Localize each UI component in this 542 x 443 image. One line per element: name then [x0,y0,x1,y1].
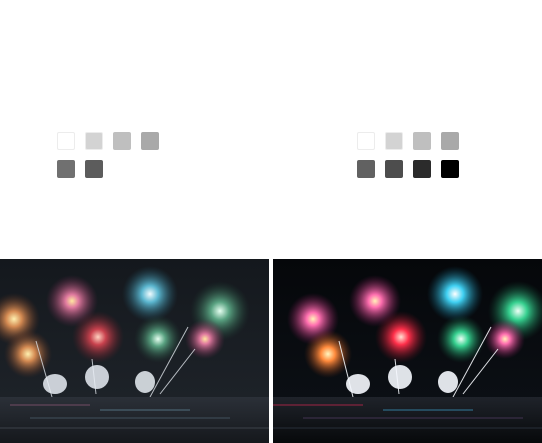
fireworks-photo-original [0,259,269,443]
swatch-6[interactable] [385,160,403,178]
fireworks-image-original [0,259,269,443]
left-swatch-panel [0,0,269,258]
swatch-4[interactable] [141,132,159,150]
swatch-5[interactable] [57,160,75,178]
swatch-6[interactable] [85,160,103,178]
right-swatch-panel [272,0,542,258]
swatch-1[interactable] [57,132,75,150]
fireworks-photo-adjusted [273,259,542,443]
fireworks-image-adjusted [273,259,542,443]
swatch-3[interactable] [113,132,131,150]
swatch-4[interactable] [441,132,459,150]
swatch-8[interactable] [441,160,459,178]
swatch-2[interactable] [85,132,103,150]
swatch-7[interactable] [413,160,431,178]
swatch-1[interactable] [357,132,375,150]
swatch-5[interactable] [357,160,375,178]
swatch-3[interactable] [413,132,431,150]
swatch-2[interactable] [385,132,403,150]
